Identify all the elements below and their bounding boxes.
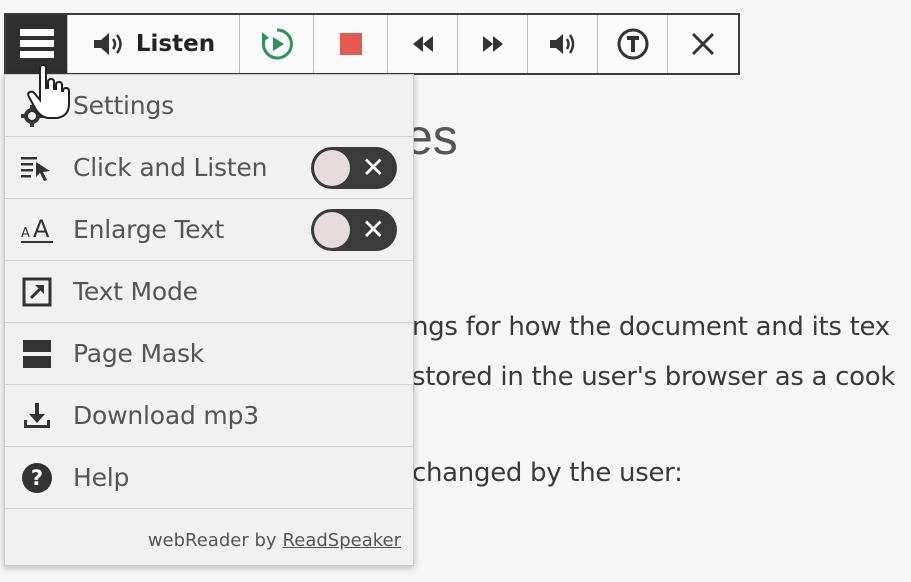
- menu-item-download-mp3[interactable]: Download mp3: [5, 385, 413, 447]
- menu-item-label: Help: [73, 463, 130, 492]
- menu-item-page-mask[interactable]: Page Mask: [5, 323, 413, 385]
- menu-item-label: Page Mask: [73, 339, 205, 368]
- menu-item-label: Settings: [73, 91, 174, 120]
- listen-button[interactable]: Listen: [68, 15, 240, 73]
- help-icon: ?: [17, 458, 57, 498]
- speaker-icon: [93, 33, 122, 55]
- close-icon: [691, 32, 715, 56]
- readspeaker-info-icon: [617, 28, 648, 60]
- menu-item-label: Enlarge Text: [73, 215, 225, 244]
- readspeaker-link[interactable]: ReadSpeaker: [283, 530, 401, 551]
- close-button[interactable]: [668, 15, 738, 73]
- play-button[interactable]: [240, 15, 314, 73]
- webreader-toolbar: Listen: [4, 13, 740, 75]
- page-text-line: changed by the user:: [412, 458, 683, 488]
- menu-item-help[interactable]: ? Help: [5, 447, 413, 509]
- listen-label: Listen: [135, 31, 216, 57]
- menu-item-text-mode[interactable]: Text Mode: [5, 261, 413, 323]
- toggle-knob: [314, 149, 350, 186]
- stop-icon: [339, 33, 362, 55]
- volume-icon: [549, 34, 574, 54]
- hand-cursor-icon: [27, 64, 70, 119]
- hamburger-icon: [19, 29, 54, 58]
- footer-text: webReader by: [147, 529, 277, 551]
- rewind-button[interactable]: [388, 15, 458, 73]
- forward-button[interactable]: [458, 15, 528, 73]
- enlarge-text-toggle[interactable]: ✕: [311, 208, 397, 251]
- download-icon: [17, 396, 57, 436]
- toggle-off-icon: ✕: [361, 150, 385, 184]
- toggle-off-icon: ✕: [361, 212, 385, 246]
- replay-icon: [261, 28, 293, 60]
- menu-item-label: Download mp3: [73, 401, 259, 430]
- menu-item-label: Click and Listen: [73, 153, 268, 182]
- svg-text:A: A: [21, 226, 30, 241]
- page-text-line: stored in the user's browser as a cook: [412, 362, 896, 392]
- stop-button[interactable]: [314, 15, 388, 73]
- click-listen-icon: [17, 148, 57, 188]
- info-button[interactable]: [598, 15, 668, 73]
- svg-text:?: ?: [31, 466, 43, 490]
- menu-footer: webReader by ReadSpeaker: [5, 515, 413, 565]
- text-mode-icon: [17, 272, 57, 312]
- volume-button[interactable]: [528, 15, 598, 73]
- page-text-line: ngs for how the document and its tex: [412, 312, 890, 342]
- fast-forward-icon: [482, 36, 503, 52]
- rewind-icon: [412, 36, 433, 52]
- menu-item-enlarge-text[interactable]: A A Enlarge Text ✕: [5, 199, 413, 261]
- page-mask-icon: [17, 334, 57, 374]
- menu-item-label: Text Mode: [73, 277, 198, 306]
- svg-text:A: A: [33, 215, 50, 243]
- click-listen-toggle[interactable]: ✕: [311, 146, 397, 189]
- toggle-knob: [314, 211, 350, 248]
- enlarge-text-icon: A A: [17, 210, 57, 250]
- webreader-menu: Settings Click and Listen ✕ A A Enlarge …: [4, 74, 414, 566]
- menu-item-click-and-listen[interactable]: Click and Listen ✕: [5, 137, 413, 199]
